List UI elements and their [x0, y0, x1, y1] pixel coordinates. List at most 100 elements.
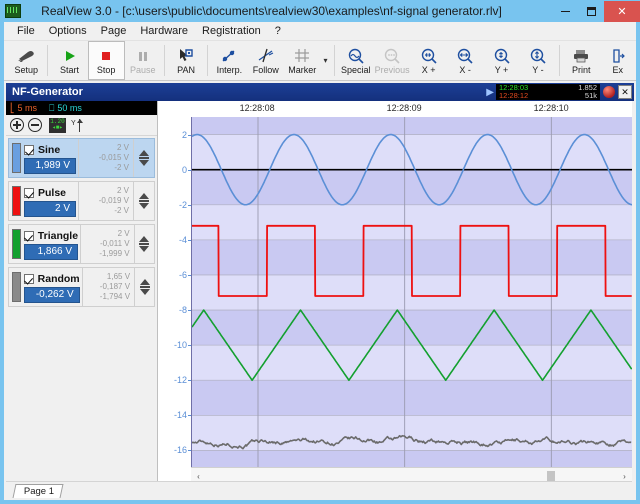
generator-title: NF-Generator — [6, 86, 83, 98]
generator-close-button[interactable]: ✕ — [618, 85, 632, 99]
channel-spinner[interactable] — [133, 182, 154, 220]
toolbar-zoom-y-in-button[interactable]: Y + — [483, 41, 519, 80]
plot-canvas[interactable] — [191, 117, 632, 468]
toolbar-pan-button[interactable]: PAN — [168, 41, 204, 80]
y-axis-tick-label: 0 — [182, 165, 187, 175]
follow-icon — [254, 47, 278, 65]
digital-display-button[interactable]: 1.20 ◂■▸ — [49, 118, 66, 133]
menu-bar: File Options Page Hardware Registration … — [4, 22, 636, 41]
page-tab-label: Page 1 — [24, 486, 54, 497]
page-tab-strip: Page 1 — [6, 481, 632, 498]
toolbar-overflow-button[interactable]: ▾ — [320, 41, 330, 80]
channel-spinner[interactable] — [134, 268, 154, 306]
marker-icon — [290, 47, 314, 65]
expand-arrow-icon[interactable]: ▶ — [486, 87, 494, 98]
toolbar-interp-button[interactable]: Interp. — [211, 41, 247, 80]
y-axis-tick-label: -12 — [174, 375, 187, 385]
channel-row-pulse[interactable]: Pulse 2 V 2 V -0,019 V -2 V — [8, 181, 155, 221]
channel-range-mid: -0,019 V — [99, 196, 129, 206]
toolbar-export-button[interactable]: Ex — [600, 41, 636, 80]
channel-checkbox[interactable] — [24, 145, 34, 155]
toolbar-stop-label: Stop — [97, 65, 116, 75]
channel-row-random[interactable]: Random -0,262 V 1,65 V -0,187 V -1,794 V — [8, 267, 155, 307]
pause-icon — [131, 47, 155, 65]
toolbar-print-button[interactable]: Print — [563, 41, 599, 80]
menu-file[interactable]: File — [10, 24, 42, 38]
window-title: RealView 3.0 - [c:\users\public\document… — [21, 4, 552, 18]
y-axis-button[interactable]: Y — [71, 118, 85, 133]
channel-spinner[interactable] — [134, 225, 154, 263]
page-tab[interactable]: Page 1 — [13, 484, 64, 498]
toolbar-special-button[interactable]: Special — [337, 41, 373, 80]
channel-list: Sine 1,989 V 2 V -0,015 V -2 V — [6, 136, 157, 484]
menu-options[interactable]: Options — [42, 24, 94, 38]
zoom-out-button[interactable] — [28, 118, 42, 132]
channel-range-max: 2 V — [118, 229, 130, 239]
toolbar-zoom-x-out-label: X - — [459, 65, 471, 75]
x-axis: 12:28:0812:28:0912:28:10 — [158, 101, 632, 117]
channel-name: Random — [38, 273, 80, 285]
toolbar-start-label: Start — [60, 65, 79, 75]
channel-checkbox[interactable] — [24, 188, 34, 198]
channel-range: 2 V -0,015 V -2 V — [78, 139, 133, 177]
channel-spinner[interactable] — [133, 139, 154, 177]
channel-range-min: -1,794 V — [100, 292, 130, 302]
channel-header: Sine — [24, 143, 76, 158]
channel-row-sine[interactable]: Sine 1,989 V 2 V -0,015 V -2 V — [8, 138, 155, 178]
channel-checkbox[interactable] — [24, 231, 34, 241]
toolbar-setup-button[interactable]: Setup — [8, 41, 44, 80]
channel-value: 2 V — [24, 201, 76, 217]
toolbar-pause-button[interactable]: Pause — [125, 41, 161, 80]
channel-toolbar: 1.20 ◂■▸ Y — [6, 115, 157, 136]
zoom-in-button[interactable] — [10, 118, 24, 132]
play-icon — [58, 47, 82, 65]
minimize-button[interactable] — [552, 1, 578, 22]
pulse-rate-icon: ⎣ — [10, 103, 15, 114]
channel-range: 2 V -0,011 V -1,999 V — [80, 225, 134, 263]
generator-title-bar: NF-Generator ▶ 12:28:03 1.852 12:28:12 5… — [6, 83, 634, 101]
zoom-x-out-icon — [453, 47, 477, 65]
toolbar-zoom-y-out-button[interactable]: Y - — [520, 41, 556, 80]
menu-page[interactable]: Page — [94, 24, 134, 38]
y-axis-tick-label: -4 — [179, 235, 187, 245]
screen-rate-icon: ⎕ — [49, 103, 54, 114]
channel-header: Triangle — [24, 229, 78, 244]
toolbar-follow-label: Follow — [253, 65, 279, 75]
toolbar-marker-button[interactable]: Marker — [284, 41, 320, 80]
menu-registration[interactable]: Registration — [195, 24, 268, 38]
channel-body: Sine 1,989 V — [24, 139, 78, 177]
toolbar-zoom-x-in-button[interactable]: X + — [410, 41, 446, 80]
window-buttons: ✕ — [552, 0, 640, 22]
channel-color-swatch — [12, 229, 21, 259]
pan-icon — [174, 47, 198, 65]
maximize-button[interactable] — [578, 1, 604, 22]
channel-range-min: -1,999 V — [99, 249, 129, 259]
menu-help[interactable]: ? — [268, 24, 288, 38]
channel-name: Sine — [38, 144, 60, 156]
status-display: 12:28:03 1.852 12:28:12 51k — [496, 84, 600, 100]
channel-row-triangle[interactable]: Triangle 1,866 V 2 V -0,011 V -1,999 V — [8, 224, 155, 264]
channel-checkbox[interactable] — [24, 274, 34, 284]
scroll-thumb[interactable] — [547, 471, 555, 482]
toolbar-stop-button[interactable]: Stop — [88, 41, 125, 80]
toolbar-start-button[interactable]: Start — [51, 41, 87, 80]
menu-hardware[interactable]: Hardware — [133, 24, 195, 38]
toolbar-previous-button[interactable]: Previous — [374, 41, 410, 80]
channel-range-min: -2 V — [114, 163, 129, 173]
toolbar-special-label: Special — [341, 65, 371, 75]
export-icon — [606, 47, 630, 65]
previous-zoom-icon — [380, 47, 404, 65]
zoom-x-in-icon — [417, 47, 441, 65]
y-axis-tick-label: -8 — [179, 305, 187, 315]
toolbar-follow-button[interactable]: Follow — [248, 41, 284, 80]
main-toolbar: Setup Start Stop — [4, 41, 636, 81]
y-axis-label: Y — [71, 120, 76, 127]
toolbar-separator — [47, 45, 48, 76]
generator-status-area: ▶ 12:28:03 1.852 12:28:12 51k ✕ — [486, 84, 632, 100]
channel-body: Pulse 2 V — [24, 182, 78, 220]
close-button[interactable]: ✕ — [604, 1, 640, 22]
wrench-icon — [14, 47, 38, 65]
toolbar-zoom-x-out-button[interactable]: X - — [447, 41, 483, 80]
channel-range-max: 2 V — [117, 143, 129, 153]
toolbar-zoom-x-in-label: X + — [422, 65, 436, 75]
